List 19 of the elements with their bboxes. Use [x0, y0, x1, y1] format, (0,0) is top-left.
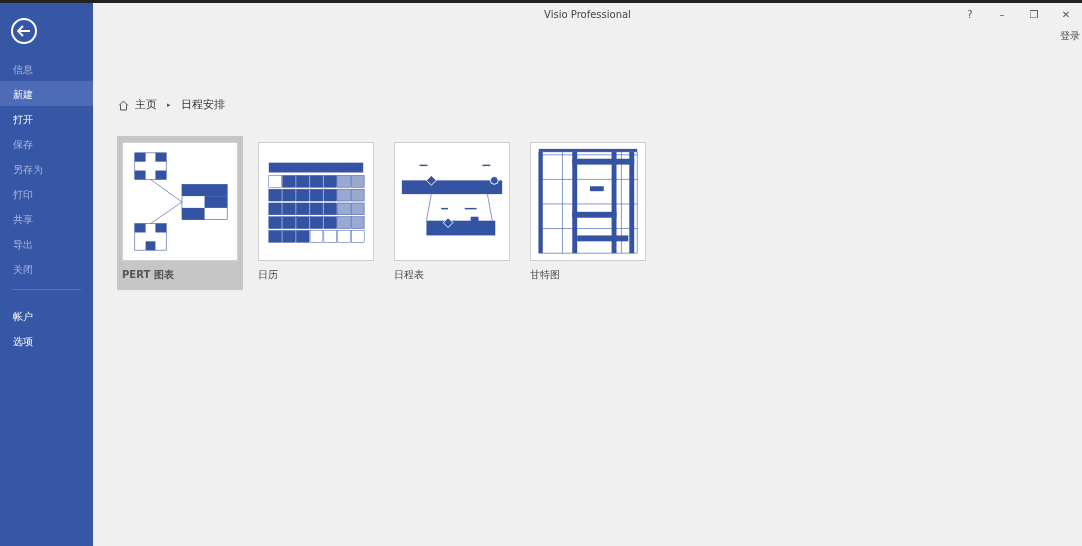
sidebar-item[interactable]: 帐户 [0, 303, 93, 328]
template-tile[interactable]: 甘特图 [525, 135, 651, 290]
sidebar-item[interactable]: 新建 [0, 81, 93, 106]
template-tile[interactable]: 日程表 [389, 135, 515, 290]
template-tile[interactable]: PERT 图表 [117, 135, 243, 290]
restore-button[interactable]: ❐ [1018, 6, 1050, 22]
breadcrumb-link[interactable]: 主页 [135, 97, 157, 114]
sidebar-item[interactable]: 打开 [0, 106, 93, 131]
close-button[interactable]: ✕ [1050, 6, 1082, 22]
template-tile[interactable]: 日历 [253, 135, 379, 290]
sidebar-item[interactable]: 选项 [0, 328, 93, 353]
back-button[interactable] [11, 18, 37, 44]
help-button[interactable]: ? [954, 6, 986, 22]
window-title: Visio Professional [544, 7, 631, 22]
home-icon[interactable] [118, 99, 129, 111]
back-arrow-icon [17, 25, 31, 37]
sign-in-link[interactable]: 登录 [1060, 28, 1080, 43]
minimize-button[interactable]: – [986, 6, 1018, 22]
breadcrumb-current: 日程安排 [180, 97, 225, 113]
